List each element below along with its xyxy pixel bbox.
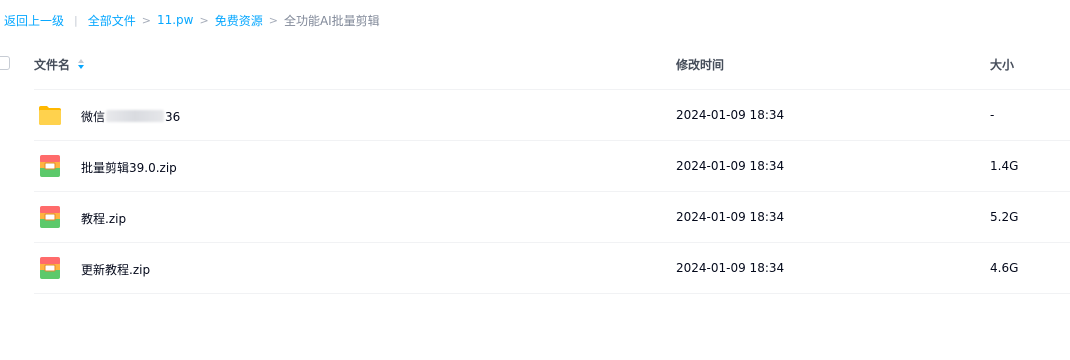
table-row[interactable]: 更新教程.zip 2024-01-09 18:34 4.6G (34, 243, 1070, 294)
file-size: 4.6G (990, 261, 1019, 275)
file-name-prefix: 微信 (81, 110, 106, 124)
breadcrumb-separator: > (199, 13, 209, 27)
back-link[interactable]: 返回上一级 (4, 12, 64, 29)
sort-icon[interactable] (78, 58, 85, 71)
zip-icon (38, 205, 62, 229)
breadcrumb-11pw[interactable]: 11.pw (157, 13, 194, 27)
breadcrumb-separator: > (141, 13, 151, 27)
file-name[interactable]: 更新教程.zip (81, 261, 150, 278)
table-row[interactable]: 批量剪辑39.0.zip 2024-01-09 18:34 1.4G (34, 141, 1070, 192)
file-browser: 返回上一级 | 全部文件 > 11.pw > 免费资源 > 全功能AI批量剪辑 … (0, 0, 1070, 360)
breadcrumb-divider: | (74, 13, 78, 27)
file-name[interactable]: 批量剪辑39.0.zip (81, 159, 177, 176)
table-row[interactable]: 教程.zip 2024-01-09 18:34 5.2G (34, 192, 1070, 243)
zip-icon (38, 256, 62, 280)
column-name-label: 文件名 (34, 58, 71, 72)
file-modified-time: 2024-01-09 18:34 (676, 210, 785, 224)
breadcrumb: 返回上一级 | 全部文件 > 11.pw > 免费资源 > 全功能AI批量剪辑 (4, 11, 380, 29)
file-name[interactable]: 教程.zip (81, 210, 126, 227)
table-row[interactable]: 微信 36 2024-01-09 18:34 - (34, 90, 1070, 141)
file-name[interactable]: 微信 36 (81, 108, 180, 125)
redacted-text (106, 110, 165, 122)
breadcrumb-free-resources[interactable]: 免费资源 (215, 12, 263, 29)
column-time-header[interactable]: 修改时间 (676, 56, 724, 73)
file-size: - (990, 108, 995, 122)
breadcrumb-all-files[interactable]: 全部文件 (88, 12, 136, 29)
breadcrumb-current: 全功能AI批量剪辑 (283, 13, 380, 28)
folder-icon (38, 103, 62, 127)
file-size: 5.2G (990, 210, 1019, 224)
table-header: 文件名 修改时间 大小 (0, 46, 1070, 82)
file-name-suffix: 36 (165, 110, 181, 124)
file-modified-time: 2024-01-09 18:34 (676, 159, 785, 173)
column-name-header[interactable]: 文件名 (34, 56, 85, 73)
breadcrumb-separator: > (268, 13, 278, 27)
select-all-checkbox[interactable] (0, 56, 10, 70)
file-modified-time: 2024-01-09 18:34 (676, 261, 785, 275)
file-size: 1.4G (990, 159, 1019, 173)
file-modified-time: 2024-01-09 18:34 (676, 108, 785, 122)
column-size-header[interactable]: 大小 (990, 56, 1014, 73)
zip-icon (38, 154, 62, 178)
